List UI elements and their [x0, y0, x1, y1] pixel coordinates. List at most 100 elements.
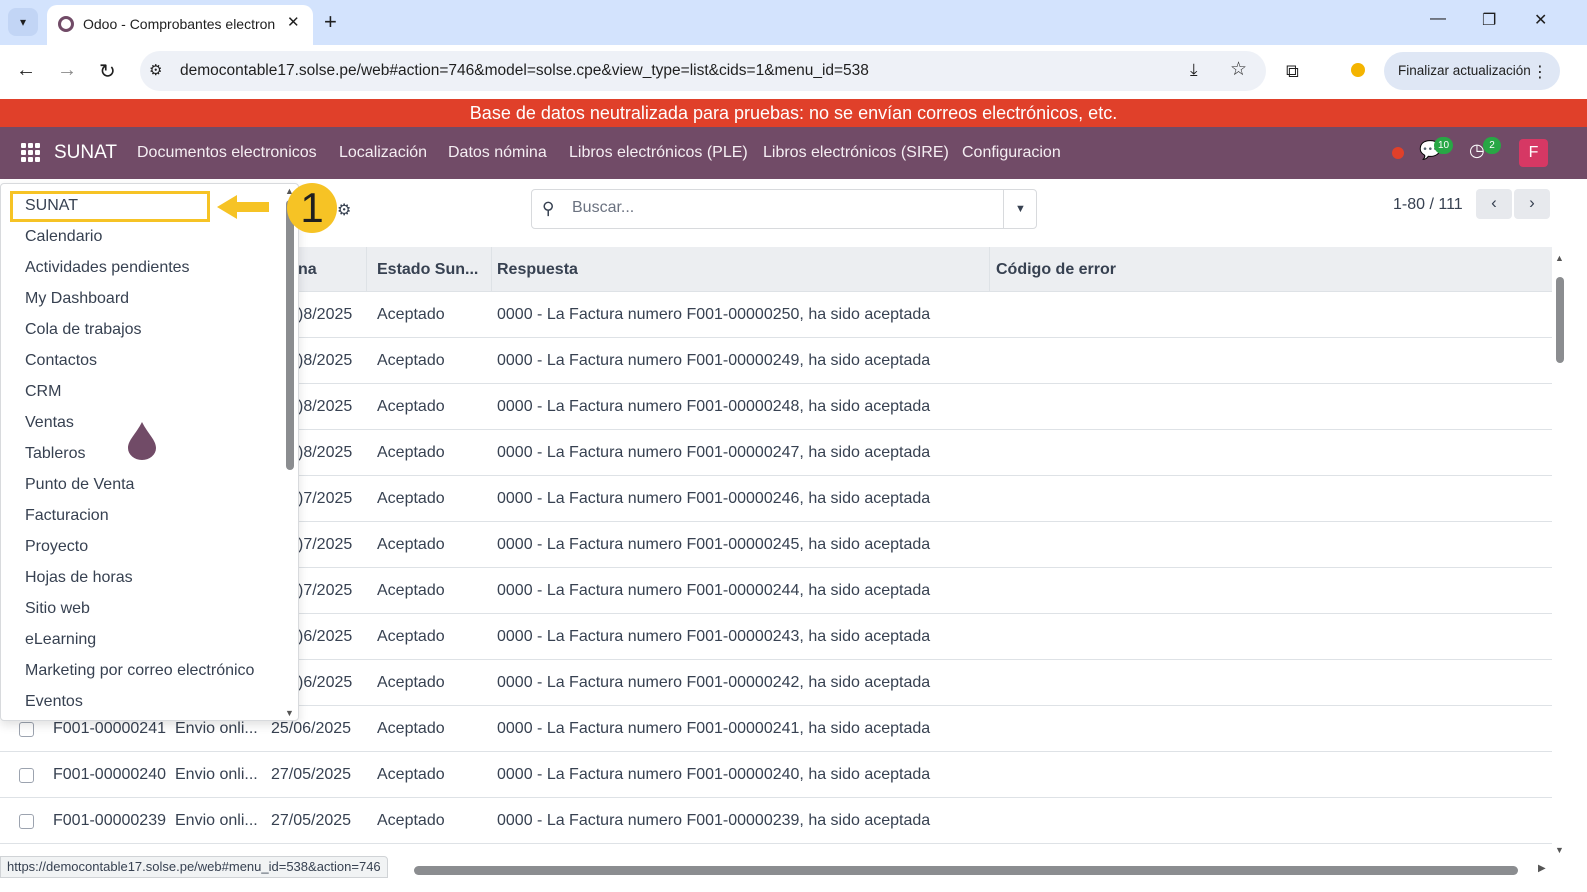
menu-configuracion[interactable]: Configuracion [962, 144, 1061, 162]
cell-estado: Aceptado [377, 766, 445, 783]
neutralized-db-banner: Base de datos neutralizada para pruebas:… [0, 99, 1587, 127]
pointer-arrow-icon [217, 195, 237, 219]
browser-tab[interactable]: Odoo - Comprobantes electron ✕ [47, 5, 313, 45]
app-item-punto-venta[interactable]: Punto de Venta [25, 476, 134, 494]
cell-fecha: 25/06/2025 [271, 720, 352, 737]
app-item-elearning[interactable]: eLearning [25, 631, 96, 649]
scroll-right-icon[interactable]: ▶ [1538, 863, 1546, 874]
install-app-icon[interactable]: ⤓ [1190, 60, 1198, 80]
update-button-label: Finalizar actualización [1398, 63, 1531, 78]
column-fecha-header[interactable]: na [298, 261, 317, 279]
cell-respuesta: 0000 - La Factura numero F001-00000247, … [497, 444, 931, 461]
cell-estado: Aceptado [377, 352, 445, 369]
extensions-icon[interactable]: ⧉ [1286, 61, 1299, 82]
cell-fecha: )7/2025 [298, 536, 353, 553]
minimize-icon[interactable]: — [1430, 10, 1446, 28]
address-bar[interactable]: ⚙ democontable17.solse.pe/web#action=746… [140, 51, 1266, 91]
column-codigo-error-header[interactable]: Código de error [996, 261, 1116, 279]
odoo-favicon-icon [58, 16, 74, 32]
scroll-down-icon[interactable]: ▼ [1555, 845, 1564, 855]
app-item-eventos[interactable]: Eventos [25, 693, 83, 711]
cell-numero: F001-00000240 [53, 766, 166, 783]
close-window-icon[interactable]: ✕ [1534, 10, 1547, 30]
cell-respuesta: 0000 - La Factura numero F001-00000250, … [497, 306, 931, 323]
app-brand[interactable]: SUNAT [54, 142, 117, 164]
actions-gear-icon[interactable]: ⚙ [337, 200, 351, 220]
list-vertical-scrollbar[interactable]: ▲ ▼ [1552, 247, 1567, 863]
app-item-sitio-web[interactable]: Sitio web [25, 600, 90, 618]
menu-documentos-electronicos[interactable]: Documentos electronicos [137, 144, 317, 162]
app-item-contactos[interactable]: Contactos [25, 352, 97, 370]
row-checkbox[interactable] [19, 722, 34, 737]
cell-numero: F001-00000239 [53, 812, 166, 829]
menu-localizacion[interactable]: Localización [339, 144, 427, 162]
pager-value[interactable]: 1-80 / 111 [1393, 196, 1463, 214]
row-checkbox[interactable] [19, 768, 34, 783]
cell-estado: Aceptado [377, 582, 445, 599]
cell-fecha: )8/2025 [298, 352, 353, 369]
more-menu-icon[interactable]: ⋮ [1532, 62, 1548, 82]
tab-search-button[interactable]: ▾ [8, 8, 38, 36]
user-avatar[interactable]: F [1519, 139, 1548, 167]
column-estado-sunat-header[interactable]: Estado Sun... [377, 261, 478, 279]
new-tab-icon[interactable]: + [324, 9, 337, 35]
debug-indicator-icon[interactable] [1392, 147, 1404, 159]
search-input[interactable] [572, 199, 992, 217]
row-checkbox[interactable] [19, 814, 34, 829]
cell-fecha: 27/05/2025 [271, 812, 352, 829]
cell-fecha: )7/2025 [298, 490, 353, 507]
cell-fecha: )7/2025 [298, 582, 353, 599]
cell-respuesta: 0000 - La Factura numero F001-00000244, … [497, 582, 931, 599]
cell-fecha: )8/2025 [298, 398, 353, 415]
app-item-cola-trabajos[interactable]: Cola de trabajos [25, 321, 142, 339]
app-item-crm[interactable]: CRM [25, 383, 61, 401]
table-row[interactable]: F001-00000240 Envio onli... 27/05/2025 A… [0, 752, 1552, 798]
status-bar-url: https://democontable17.solse.pe/web#menu… [0, 856, 388, 878]
app-item-tableros[interactable]: Tableros [25, 445, 85, 463]
column-respuesta-header[interactable]: Respuesta [497, 261, 578, 279]
app-item-ventas[interactable]: Ventas [25, 414, 74, 432]
forward-icon[interactable]: → [57, 59, 77, 82]
cell-respuesta: 0000 - La Factura numero F001-00000246, … [497, 490, 931, 507]
site-info-icon[interactable]: ⚙ [149, 61, 162, 79]
menu-scroll-down-icon[interactable]: ▼ [285, 708, 294, 718]
tab-title: Odoo - Comprobantes electron [83, 16, 276, 32]
profile-icon[interactable] [1351, 63, 1365, 77]
menu-libros-ple[interactable]: Libros electrónicos (PLE) [569, 144, 748, 162]
cell-estado: Aceptado [377, 628, 445, 645]
cell-respuesta: 0000 - La Factura numero F001-00000248, … [497, 398, 931, 415]
url-text[interactable]: democontable17.solse.pe/web#action=746&m… [180, 62, 869, 80]
update-browser-button[interactable]: Finalizar actualización ⋮ [1384, 52, 1560, 90]
menu-libros-sire[interactable]: Libros electrónicos (SIRE) [763, 144, 949, 162]
activities-badge: 2 [1483, 137, 1501, 154]
app-item-actividades[interactable]: Actividades pendientes [25, 259, 190, 277]
bookmark-star-icon[interactable]: ☆ [1230, 58, 1247, 81]
app-item-calendario[interactable]: Calendario [25, 228, 102, 246]
scroll-up-icon[interactable]: ▲ [1555, 253, 1564, 263]
browser-toolbar: ← → ↻ ⚙ democontable17.solse.pe/web#acti… [0, 45, 1587, 99]
apps-grid-icon[interactable] [21, 143, 40, 162]
menu-scroll-thumb[interactable] [286, 200, 294, 470]
cell-tipo-envio: Envio onli... [175, 812, 258, 829]
app-item-hojas-horas[interactable]: Hojas de horas [25, 569, 133, 587]
cell-estado: Aceptado [377, 306, 445, 323]
app-item-email-marketing[interactable]: Marketing por correo electrónico [25, 662, 254, 680]
reload-icon[interactable]: ↻ [99, 59, 116, 84]
horizontal-scroll-thumb[interactable] [414, 866, 1518, 875]
menu-datos-nomina[interactable]: Datos nómina [448, 144, 547, 162]
cell-fecha: )8/2025 [298, 444, 353, 461]
table-row[interactable]: F001-00000239 Envio onli... 27/05/2025 A… [0, 798, 1552, 844]
app-item-dashboard[interactable]: My Dashboard [25, 290, 129, 308]
vertical-scroll-thumb[interactable] [1556, 277, 1564, 363]
app-item-proyecto[interactable]: Proyecto [25, 538, 88, 556]
cell-fecha: )8/2025 [298, 306, 353, 323]
restore-icon[interactable]: ❐ [1482, 10, 1496, 30]
pager-previous-icon[interactable]: ‹ [1476, 189, 1512, 219]
close-tab-icon[interactable]: ✕ [287, 13, 300, 31]
cell-estado: Aceptado [377, 444, 445, 461]
back-icon[interactable]: ← [16, 59, 36, 82]
app-item-facturacion[interactable]: Facturacion [25, 507, 109, 525]
pager-next-icon[interactable]: › [1514, 189, 1550, 219]
search-options-dropdown-icon[interactable]: ▼ [1003, 190, 1037, 228]
pointer-arrow-shaft [235, 202, 269, 212]
